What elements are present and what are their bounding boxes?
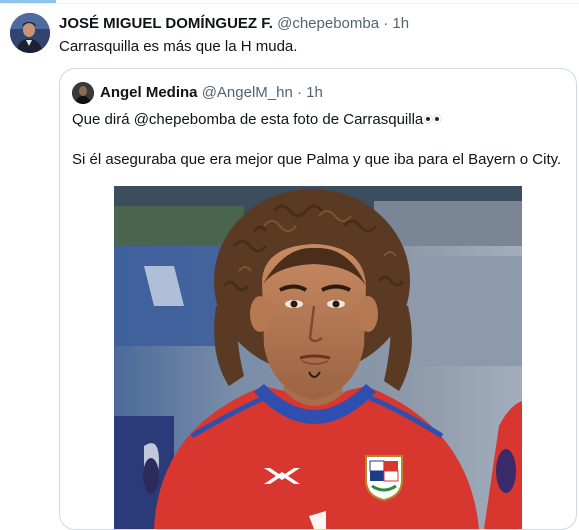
quoted-text-line-2: Si él aseguraba que era mejor que Palma …	[72, 151, 562, 168]
quoted-text-line-1: Que dirá @chepebomba de esta foto de Car…	[72, 110, 442, 130]
separator-dot: ·	[383, 15, 389, 32]
quoted-avatar-photo-icon	[72, 82, 94, 104]
quoted-author-handle[interactable]: @AngelM_hn	[202, 84, 293, 101]
tweet-time[interactable]: 1h	[392, 15, 409, 32]
quoted-tweet-header: Angel Medina @AngelM_hn · 1h	[100, 84, 323, 102]
author-name[interactable]: JOSÉ MIGUEL DOMÍNGUEZ F.	[59, 15, 273, 32]
author-handle[interactable]: @chepebomba	[277, 15, 379, 32]
tweet-text: Carrasquilla es más que la H muda.	[59, 38, 298, 55]
quoted-tweet-card[interactable]: Angel Medina @AngelM_hn · 1h Que dirá @c…	[59, 68, 577, 530]
soccer-player-photo-icon	[114, 186, 522, 529]
tweet-header: JOSÉ MIGUEL DOMÍNGUEZ F. @chepebomba · 1…	[59, 15, 409, 33]
quoted-text-line-1-content: Que dirá @chepebomba de esta foto de Car…	[72, 111, 424, 128]
quoted-separator-dot: ·	[296, 84, 302, 101]
eyes-icon	[424, 110, 442, 130]
quoted-tweet-time[interactable]: 1h	[306, 84, 323, 101]
author-avatar[interactable]	[10, 13, 50, 53]
quoted-author-avatar[interactable]	[72, 82, 94, 104]
quoted-author-name[interactable]: Angel Medina	[100, 84, 198, 101]
jersey-crest	[365, 455, 403, 502]
avatar-photo-icon	[10, 13, 50, 53]
tweet-photo[interactable]	[114, 186, 522, 529]
divider	[0, 3, 579, 4]
